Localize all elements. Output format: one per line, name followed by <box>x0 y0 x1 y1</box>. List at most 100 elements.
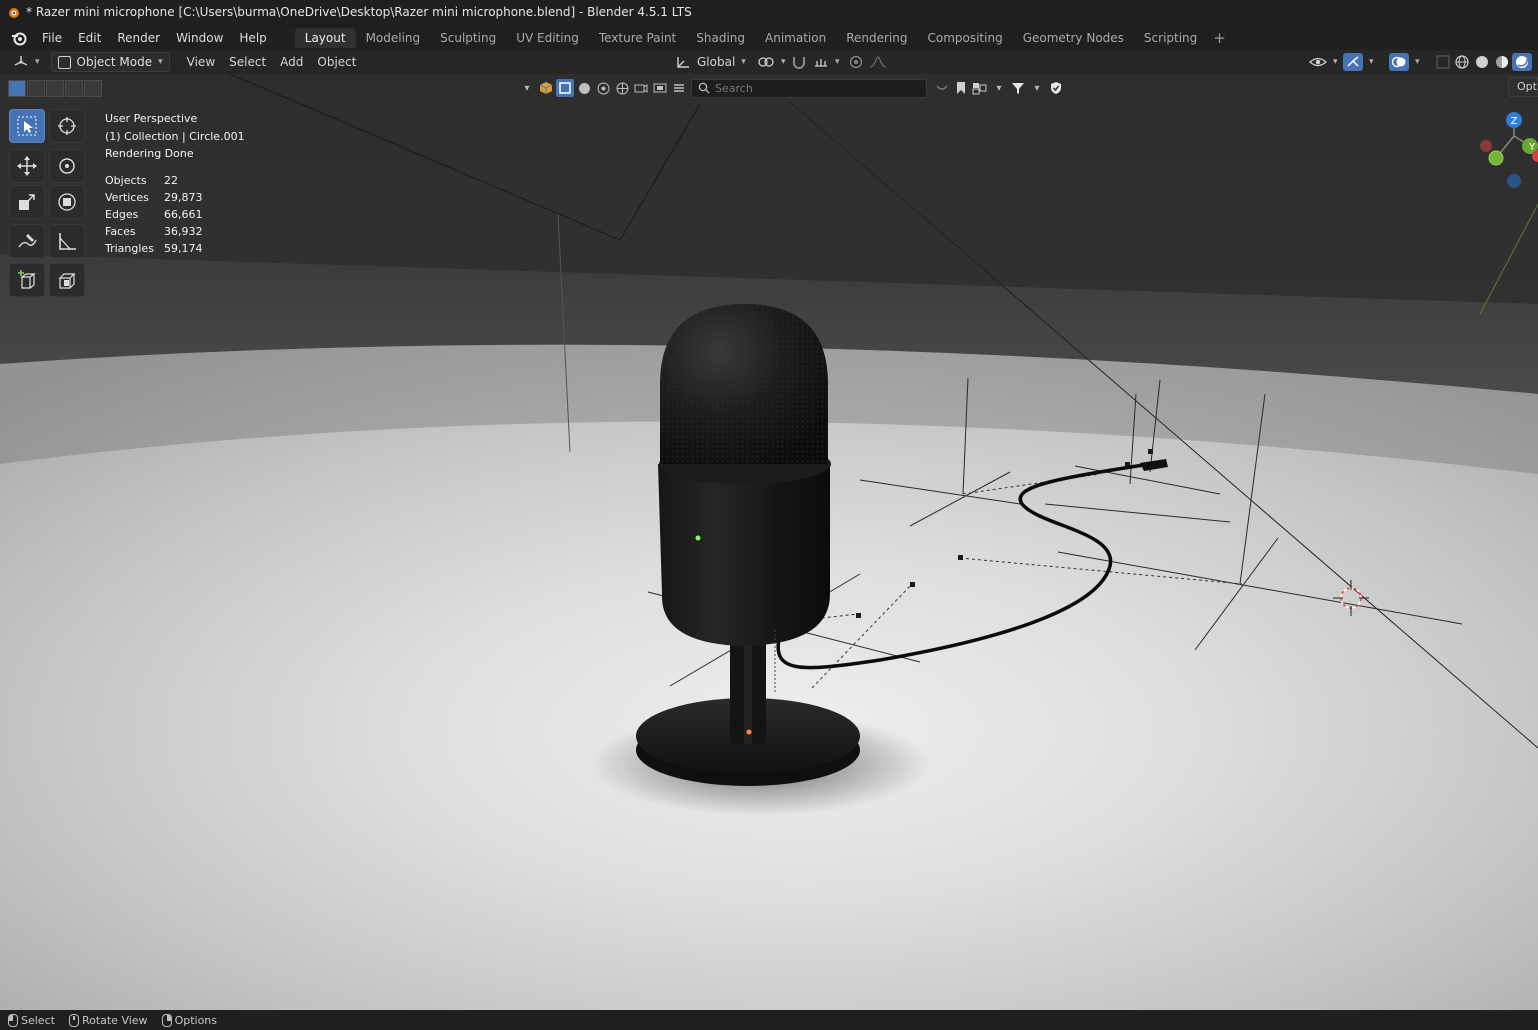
filter-funnel-icon[interactable] <box>1009 79 1027 97</box>
chevron-down-icon[interactable]: ▾ <box>990 79 1008 97</box>
mouse-right-icon <box>161 1013 172 1027</box>
add-workspace-button[interactable]: + <box>1207 28 1232 48</box>
cursor-tool[interactable] <box>49 109 85 143</box>
gizmo-toggle[interactable]: ▾ <box>1336 52 1381 72</box>
status-led-green <box>695 535 701 541</box>
filter-list-icon[interactable] <box>670 79 688 97</box>
editor-type-dropdown[interactable]: ▾ <box>6 52 47 72</box>
camera-icon[interactable] <box>632 79 650 97</box>
bookmark-icon[interactable] <box>952 79 970 97</box>
filter-toggle-icon[interactable] <box>933 79 951 97</box>
overlays-icon <box>1389 53 1409 71</box>
add-menu[interactable]: Add <box>273 52 310 72</box>
status-rotate-hint: Rotate View <box>68 1013 148 1027</box>
status-select-label: Select <box>21 1013 55 1027</box>
chevron-down-icon[interactable]: ▾ <box>518 79 536 97</box>
chevron-down-icon: ▾ <box>741 57 746 67</box>
tab-modeling[interactable]: Modeling <box>356 28 431 48</box>
menu-window[interactable]: Window <box>168 27 231 49</box>
menu-help[interactable]: Help <box>231 27 274 49</box>
stat-label: Triangles <box>105 242 154 255</box>
extrude-tool[interactable] <box>49 263 85 297</box>
status-select-hint: Select <box>8 1013 55 1027</box>
stat-value: 29,873 <box>164 191 203 204</box>
stat-value: 36,932 <box>164 225 203 238</box>
select-box-tool[interactable] <box>9 109 45 143</box>
chevron-down-icon: ▾ <box>1369 57 1374 67</box>
move-tool[interactable] <box>9 149 45 183</box>
proportional-falloff-select[interactable] <box>862 52 894 72</box>
overlays-toggle[interactable]: ▾ <box>1382 52 1427 72</box>
stat-label: Vertices <box>105 191 149 204</box>
tab-scripting[interactable]: Scripting <box>1134 28 1207 48</box>
select-invert-icon[interactable] <box>65 80 83 97</box>
snap-increment-icon <box>815 59 827 67</box>
material-preview-icon[interactable] <box>1492 53 1512 71</box>
workspace-tabs: Layout Modeling Sculpting UV Editing Tex… <box>294 28 1232 48</box>
3d-viewport[interactable]: Z Y ▾ Search ▾ ▾ Opt User Perspective (1… <box>0 74 1538 1010</box>
tab-animation[interactable]: Animation <box>755 28 836 48</box>
outliner-search-input[interactable]: Search <box>691 78 927 98</box>
menu-render[interactable]: Render <box>109 27 168 49</box>
blender-menu-icon[interactable] <box>8 27 30 49</box>
scale-tool[interactable] <box>9 185 45 219</box>
tab-compositing[interactable]: Compositing <box>917 28 1012 48</box>
select-new-icon[interactable] <box>8 80 26 97</box>
select-intersect-icon[interactable] <box>84 80 102 97</box>
stat-value: 66,661 <box>164 208 203 221</box>
menu-file[interactable]: File <box>34 27 70 49</box>
rendered-scene: Z Y <box>0 74 1538 1010</box>
tab-texture-paint[interactable]: Texture Paint <box>589 28 686 48</box>
transform-orientation-select[interactable]: Global ▾ <box>668 52 753 72</box>
select-extend-icon[interactable] <box>27 80 45 97</box>
viewport-header: ▾ Object Mode ▾ View Select Add Object G… <box>0 50 1538 74</box>
world-icon[interactable] <box>613 79 631 97</box>
rotate-icon <box>59 158 75 174</box>
display-mode-icon[interactable] <box>971 79 989 97</box>
tab-uv-editing[interactable]: UV Editing <box>506 28 589 48</box>
chevron-down-icon: ▾ <box>835 57 840 67</box>
view-menu[interactable]: View <box>180 52 222 72</box>
light-icon[interactable] <box>594 79 612 97</box>
tab-sculpting[interactable]: Sculpting <box>430 28 506 48</box>
mouse-left-icon <box>8 1013 18 1027</box>
orientation-label: Global <box>697 55 736 69</box>
stat-row: Edges 66,661 <box>105 206 203 223</box>
status-bar: Select Rotate View Options <box>0 1010 1538 1030</box>
sphere-icon[interactable] <box>575 79 593 97</box>
object-type-visibility-icon[interactable] <box>537 79 555 97</box>
chevron-down-icon: ▾ <box>1415 57 1420 67</box>
stat-label: Edges <box>105 208 139 221</box>
tab-layout[interactable]: Layout <box>294 28 356 48</box>
add-cube-tool[interactable] <box>9 263 45 297</box>
selection-mode-buttons <box>8 80 103 97</box>
shield-icon[interactable] <box>1047 79 1065 97</box>
proportional-editing-icon <box>849 55 863 69</box>
render-layer-icon[interactable] <box>651 79 669 97</box>
select-box-icon[interactable] <box>556 79 574 97</box>
tab-geometry-nodes[interactable]: Geometry Nodes <box>1013 28 1134 48</box>
viewport-tool-header: ▾ Search ▾ ▾ <box>518 78 1066 98</box>
select-subtract-icon[interactable] <box>46 80 64 97</box>
pivot-point-icon <box>758 57 774 67</box>
3d-cursor-tool-icon <box>58 117 76 135</box>
stat-row: Triangles 59,174 <box>105 240 203 257</box>
solid-shading-icon[interactable] <box>1472 53 1492 71</box>
select-menu[interactable]: Select <box>222 52 273 72</box>
blender-logo-icon <box>9 8 19 18</box>
options-button[interactable]: Opt <box>1508 77 1538 97</box>
wireframe-shading-icon[interactable] <box>1452 53 1472 71</box>
snap-target-select[interactable]: ▾ <box>806 52 847 72</box>
eye-icon <box>1309 57 1327 67</box>
chevron-down-icon[interactable]: ▾ <box>1028 79 1046 97</box>
menu-edit[interactable]: Edit <box>70 27 109 49</box>
object-mode-select[interactable]: Object Mode ▾ <box>50 52 170 72</box>
rotate-tool[interactable] <box>49 149 85 183</box>
rendered-shading-icon[interactable] <box>1512 53 1532 71</box>
measure-tool[interactable] <box>49 224 85 258</box>
transform-tool[interactable] <box>49 185 85 219</box>
tab-rendering[interactable]: Rendering <box>836 28 917 48</box>
annotate-tool[interactable] <box>9 224 45 258</box>
object-menu[interactable]: Object <box>310 52 363 72</box>
tab-shading[interactable]: Shading <box>686 28 755 48</box>
